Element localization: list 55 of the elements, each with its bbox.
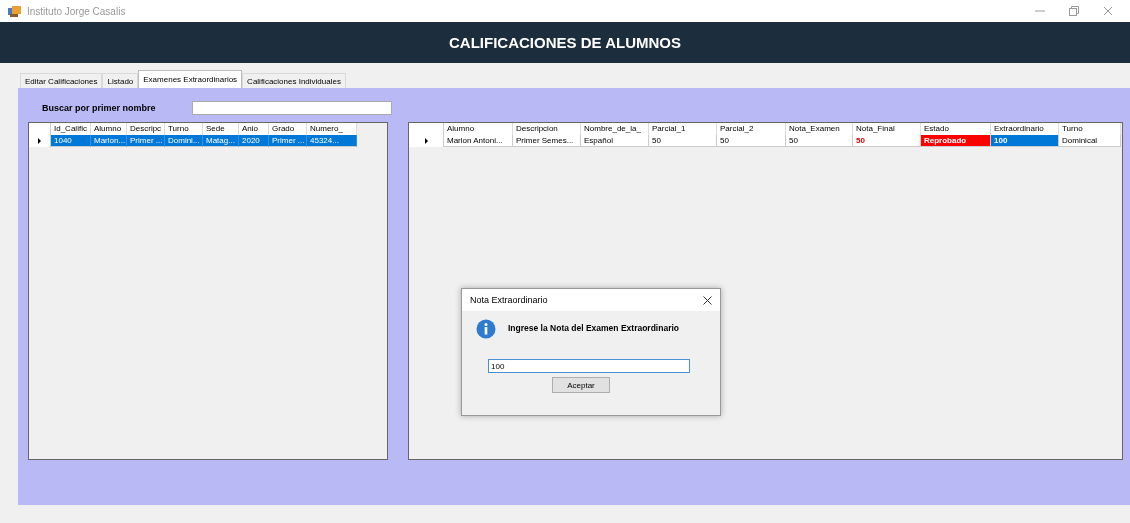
- column-header[interactable]: Estado: [921, 123, 991, 135]
- dialog-message: Ingrese la Nota del Examen Extraordinario: [508, 322, 679, 335]
- column-header[interactable]: Anio: [239, 123, 269, 135]
- dialog-title: Nota Extraordinario: [470, 295, 548, 305]
- table-cell: 50: [786, 135, 853, 147]
- column-header[interactable]: Grado: [269, 123, 307, 135]
- column-header[interactable]: Alumno: [444, 123, 513, 135]
- table-cell: 2020: [239, 135, 269, 147]
- tab[interactable]: Listado: [102, 73, 139, 88]
- table-cell: Primer ...: [127, 135, 165, 147]
- table-cell: 100: [991, 135, 1059, 147]
- column-header[interactable]: Descripcion: [513, 123, 581, 135]
- column-header[interactable]: Nota_Examen: [786, 123, 853, 135]
- page-title: CALIFICACIONES DE ALUMNOS: [449, 34, 681, 51]
- close-icon[interactable]: [703, 295, 712, 305]
- table-cell: Marlon Antoni...: [444, 135, 513, 147]
- table-cell: Dominical: [1059, 135, 1121, 147]
- table-cell: 1040: [51, 135, 91, 147]
- table-cell: Marlon...: [91, 135, 127, 147]
- column-header[interactable]: Parcial_2: [717, 123, 786, 135]
- tab[interactable]: Editar Calificaciones: [20, 73, 103, 88]
- tab[interactable]: Examenes Extraordinarios: [138, 70, 243, 88]
- row-header[interactable]: [29, 135, 51, 147]
- table-cell: 50: [717, 135, 786, 147]
- accept-button[interactable]: Aceptar: [552, 377, 610, 393]
- table-cell: Reprobado: [921, 135, 991, 147]
- grid-corner: [29, 123, 51, 135]
- tab[interactable]: Calificaciones Individuales: [242, 73, 346, 88]
- input-field[interactable]: 100: [488, 359, 690, 373]
- window-title: Instituto Jorge Casalis: [27, 5, 127, 17]
- grid-corner: [409, 123, 444, 135]
- column-header[interactable]: Extraordinario: [991, 123, 1059, 135]
- table-cell: Primer Semes...: [513, 135, 581, 147]
- search-field[interactable]: [192, 101, 392, 115]
- app-icon: [8, 5, 21, 17]
- column-header[interactable]: Sede: [203, 123, 239, 135]
- table-cell: 50: [853, 135, 921, 147]
- column-header[interactable]: Parcial_1: [649, 123, 717, 135]
- column-header[interactable]: Descripc: [127, 123, 165, 135]
- column-header[interactable]: Alumno: [91, 123, 127, 135]
- info-icon: [476, 319, 496, 339]
- table-cell: Primer ...: [269, 135, 307, 147]
- table-cell: 45324...: [307, 135, 357, 147]
- restore-icon[interactable]: [1068, 5, 1080, 17]
- column-header[interactable]: Nota_Final: [853, 123, 921, 135]
- column-header[interactable]: Numero_: [307, 123, 357, 135]
- table-cell: Español: [581, 135, 649, 147]
- column-header[interactable]: Turno: [1059, 123, 1121, 135]
- table-cell: Domini...: [165, 135, 203, 147]
- table-cell: 50: [649, 135, 717, 147]
- column-header[interactable]: Nombre_de_la_: [581, 123, 649, 135]
- search-label: Buscar por primer nombre: [42, 103, 157, 113]
- table-cell: Matag...: [203, 135, 239, 147]
- column-header[interactable]: Turno: [165, 123, 203, 135]
- column-header[interactable]: Id_Calific: [51, 123, 91, 135]
